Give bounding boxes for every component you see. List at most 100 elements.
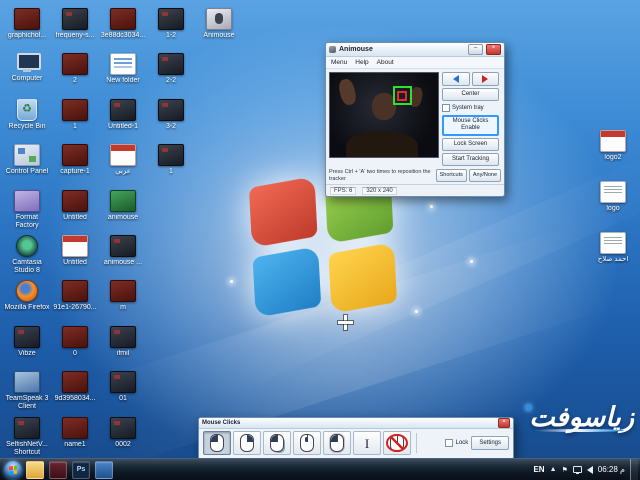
system-tray: EN ▲ ⚑ 06:28 م — [533, 459, 640, 480]
desktop-icon[interactable]: 1-2 — [148, 8, 194, 40]
desktop-icon-label: Camtasia Studio 8 — [12, 259, 42, 275]
mouse-clicks-titlebar[interactable]: Mouse Clicks × — [199, 418, 513, 429]
desktop-icon[interactable]: ifmil — [100, 325, 146, 358]
close-button[interactable]: × — [498, 418, 510, 428]
face-tracking-box-inner — [397, 90, 408, 101]
desktop-icon[interactable]: Animouse — [196, 8, 242, 40]
desktop-icon[interactable]: 9d3958034... — [52, 371, 98, 403]
taskbar-explorer-icon[interactable] — [26, 460, 44, 479]
drag-icon — [330, 434, 344, 452]
desktop-icon-label: Untitled — [63, 213, 87, 221]
desktop-icon-label: Format Factory — [15, 213, 39, 229]
volume-icon[interactable] — [586, 465, 593, 474]
desktop-icon[interactable]: animouse ... — [100, 235, 146, 267]
desktop-icon-label: Recycle Bin — [8, 122, 46, 130]
menu-item-menu[interactable]: Menu — [331, 59, 347, 66]
desktop-icon[interactable]: 1 — [148, 144, 194, 176]
desktop-icon[interactable]: 0002 — [100, 416, 146, 449]
face-tracking-box — [392, 86, 412, 106]
start-button[interactable] — [4, 460, 22, 479]
desktop-icon[interactable]: Camtasia Studio 8 — [4, 235, 50, 275]
menu-item-about[interactable]: About — [377, 59, 394, 66]
mouse-tool-text-select-button[interactable]: I — [353, 431, 381, 455]
desktop-icon[interactable]: Computer — [4, 53, 50, 83]
desktop-icon[interactable]: New folder — [100, 53, 146, 85]
desktop-icon[interactable]: 3e88dc3034... — [100, 8, 146, 40]
system-tray-checkbox[interactable]: System tray — [442, 103, 499, 113]
settings-button[interactable]: Settings — [471, 436, 509, 450]
doc-red-icon — [62, 235, 88, 257]
taskbar-pinned-icons: Ps — [26, 460, 113, 479]
desktop-icon[interactable]: name1 — [52, 416, 98, 449]
desktop-icon-label: graphichol... — [7, 32, 47, 39]
desktop-icon-label: Mozilla Firefox — [4, 304, 50, 312]
minimize-button[interactable]: – — [468, 44, 483, 55]
start-tracking-button[interactable]: Start Tracking — [442, 152, 499, 166]
desktop-icon[interactable]: frequeny-s... — [52, 8, 98, 40]
show-hidden-icons-button[interactable]: ▲ — [550, 466, 557, 473]
desktop-icon[interactable]: عربي — [100, 144, 146, 176]
doc-white-icon — [600, 181, 626, 203]
desktop-icon[interactable]: Untitled — [52, 235, 98, 267]
desktop-icon[interactable]: Vibze — [4, 325, 50, 358]
checkbox-icon[interactable] — [442, 104, 450, 113]
desktop-icon[interactable]: logo2 — [590, 130, 636, 162]
desktop-icon[interactable]: 3-2 — [148, 98, 194, 131]
desktop-icon[interactable]: graphichol... — [4, 8, 50, 40]
desktop-icon[interactable]: Format Factory — [4, 189, 50, 230]
lock-screen-button[interactable]: Lock Screen — [442, 137, 499, 151]
mouse-tool-middle-click-button[interactable] — [293, 431, 321, 455]
desktop-icon[interactable]: 2 — [52, 53, 98, 85]
action-center-flag-icon[interactable]: ⚑ — [562, 466, 568, 474]
mouse-tool-drag-button[interactable] — [323, 431, 351, 455]
person-silhouette — [346, 131, 418, 157]
desktop-icon[interactable]: 01 — [100, 371, 146, 403]
mouse-clicks-enable-button[interactable]: Mouse Clicks Enable — [442, 115, 499, 136]
desktop-icon[interactable]: Untitled-1 — [100, 98, 146, 131]
clock[interactable]: 06:28 م — [598, 465, 625, 474]
lock-checkbox[interactable] — [444, 439, 453, 447]
fps-status: FPS: 6 — [330, 186, 357, 195]
desktop-icon[interactable]: logo — [590, 181, 636, 213]
center-button[interactable]: Center — [442, 88, 499, 102]
sparkle — [430, 205, 433, 208]
desktop-icon[interactable]: animouse — [100, 189, 146, 222]
desktop-icon[interactable]: capture-1 — [52, 144, 98, 176]
desktop-icon[interactable]: Control Panel — [4, 144, 50, 176]
close-button[interactable]: × — [486, 44, 501, 55]
desktop-icon[interactable]: Mozilla Firefox — [4, 280, 50, 312]
any-none-button[interactable]: Any/None — [468, 169, 501, 182]
animouse-side-panel: Center System tray Mouse Clicks Enable L… — [442, 72, 499, 166]
taskbar-app-red-icon[interactable] — [49, 460, 67, 479]
shortcuts-button[interactable]: Shortcuts — [435, 169, 467, 182]
show-desktop-button[interactable] — [630, 459, 638, 480]
desktop-icon[interactable]: 1 — [52, 98, 98, 131]
mouse-tool-no-click-button[interactable] — [383, 431, 411, 455]
mouse-tool-double-click-button[interactable] — [263, 431, 291, 455]
menu-item-help[interactable]: Help — [355, 59, 368, 66]
desktop-icon[interactable]: 2-2 — [148, 53, 194, 85]
mouse-tool-right-click-button[interactable] — [233, 431, 261, 455]
language-indicator[interactable]: EN — [533, 465, 544, 474]
taskbar-app-blue-icon[interactable] — [95, 460, 113, 479]
next-camera-button[interactable] — [471, 72, 499, 86]
desktop-icon[interactable]: أحمد صلاح — [590, 232, 636, 264]
desktop-icon-label: Untitled-1 — [108, 122, 138, 130]
desktop-icon[interactable]: Recycle Bin — [4, 98, 50, 131]
desktop-icon[interactable]: 91e1-26790... — [52, 280, 98, 312]
desktop-icon[interactable]: Untitled — [52, 189, 98, 222]
mouse-clicks-window-title: Mouse Clicks — [202, 420, 241, 426]
animouse-titlebar[interactable]: Animouse – × — [326, 43, 504, 57]
taskbar-photoshop-icon[interactable]: Ps — [72, 460, 90, 479]
desktop-icon[interactable]: SelfishNetV... Shortcut — [4, 416, 50, 457]
desktop-icon[interactable]: TeamSpeak 3 Client — [4, 371, 50, 411]
sparkle — [230, 280, 233, 283]
left-click-icon — [210, 434, 224, 452]
previous-camera-button[interactable] — [442, 72, 470, 86]
desktop-icon-label: Vibze — [18, 349, 36, 357]
desktop-icon[interactable]: 0 — [52, 325, 98, 358]
desktop-icon[interactable]: m — [100, 280, 146, 312]
network-icon[interactable] — [572, 465, 582, 474]
file-dark-icon — [158, 53, 184, 76]
mouse-tool-left-click-button[interactable] — [203, 431, 231, 455]
